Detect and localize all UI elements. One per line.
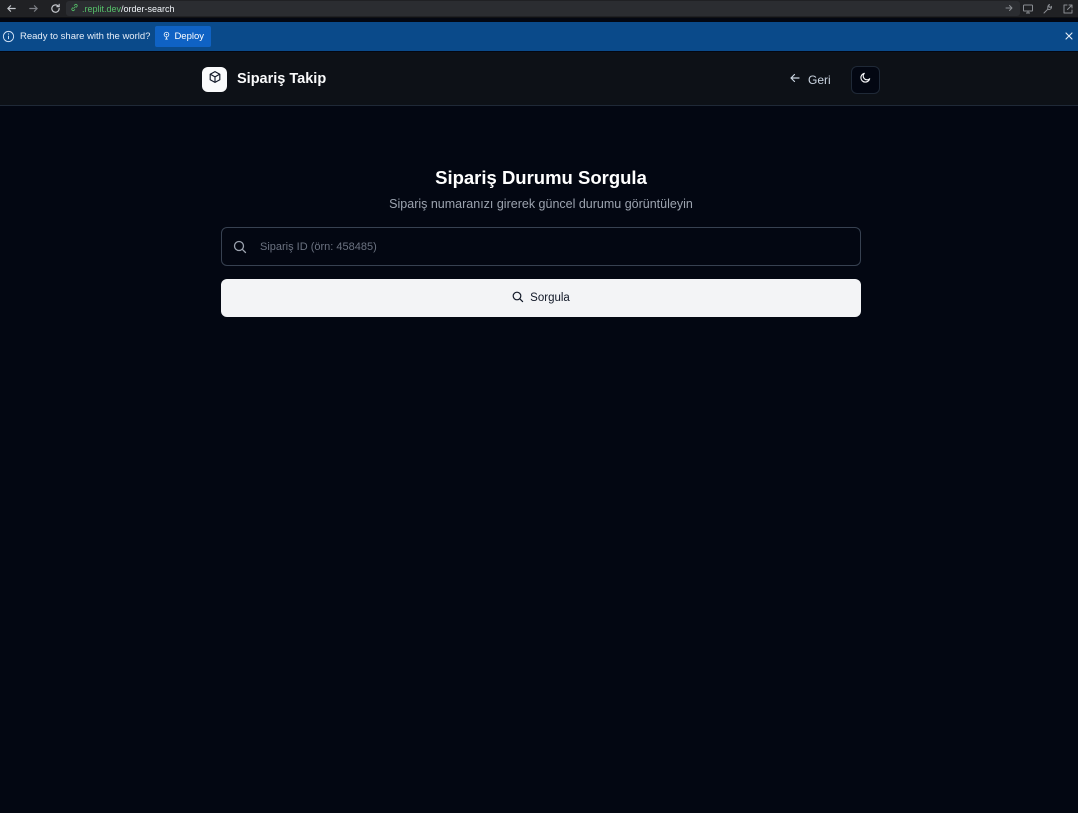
moon-icon [859, 71, 872, 89]
app-logo[interactable] [202, 67, 227, 92]
devices-icon[interactable] [1022, 2, 1034, 20]
close-icon[interactable] [1063, 30, 1075, 45]
back-button[interactable]: Geri [789, 72, 831, 87]
wrench-icon[interactable] [1042, 2, 1054, 20]
info-icon [2, 30, 15, 43]
deploy-label: Deploy [174, 31, 205, 42]
query-button-label: Sorgula [530, 292, 570, 304]
app-header: Sipariş Takip Geri [0, 52, 1078, 106]
browser-toolbar: .replit.dev/order-search [0, 0, 1078, 18]
url-host: .replit.dev [82, 3, 122, 14]
link-icon [70, 3, 79, 14]
browser-forward-button[interactable] [22, 0, 44, 18]
reload-icon [50, 3, 60, 13]
deploy-button[interactable]: Deploy [155, 26, 212, 47]
query-button[interactable]: Sorgula [221, 279, 861, 317]
order-id-input[interactable] [260, 228, 850, 265]
arrow-left-icon [789, 72, 801, 87]
page-title: Sipariş Durumu Sorgula [435, 167, 647, 188]
browser-back-button[interactable] [0, 0, 22, 18]
banner-text: Ready to share with the world? [20, 31, 151, 42]
address-bar[interactable]: .replit.dev/order-search [66, 1, 1020, 16]
arrow-left-icon [6, 5, 16, 12]
search-icon [233, 240, 247, 259]
deploy-banner: Ready to share with the world? Deploy [0, 22, 1078, 51]
back-label: Geri [808, 72, 831, 87]
page-subtitle: Sipariş numaranızı girerek güncel durumu… [389, 197, 693, 211]
search-field[interactable] [221, 227, 861, 266]
go-arrow-icon[interactable] [1004, 3, 1014, 15]
theme-toggle-button[interactable] [851, 66, 880, 94]
external-link-icon[interactable] [1062, 2, 1074, 20]
browser-reload-button[interactable] [44, 0, 66, 18]
arrow-right-icon [28, 5, 38, 12]
search-icon [512, 291, 524, 306]
url-path: /order-search [121, 3, 175, 14]
package-icon [208, 70, 222, 89]
deploy-icon [162, 31, 171, 43]
app-title[interactable]: Sipariş Takip [237, 71, 326, 87]
browser-tools [1022, 2, 1074, 20]
